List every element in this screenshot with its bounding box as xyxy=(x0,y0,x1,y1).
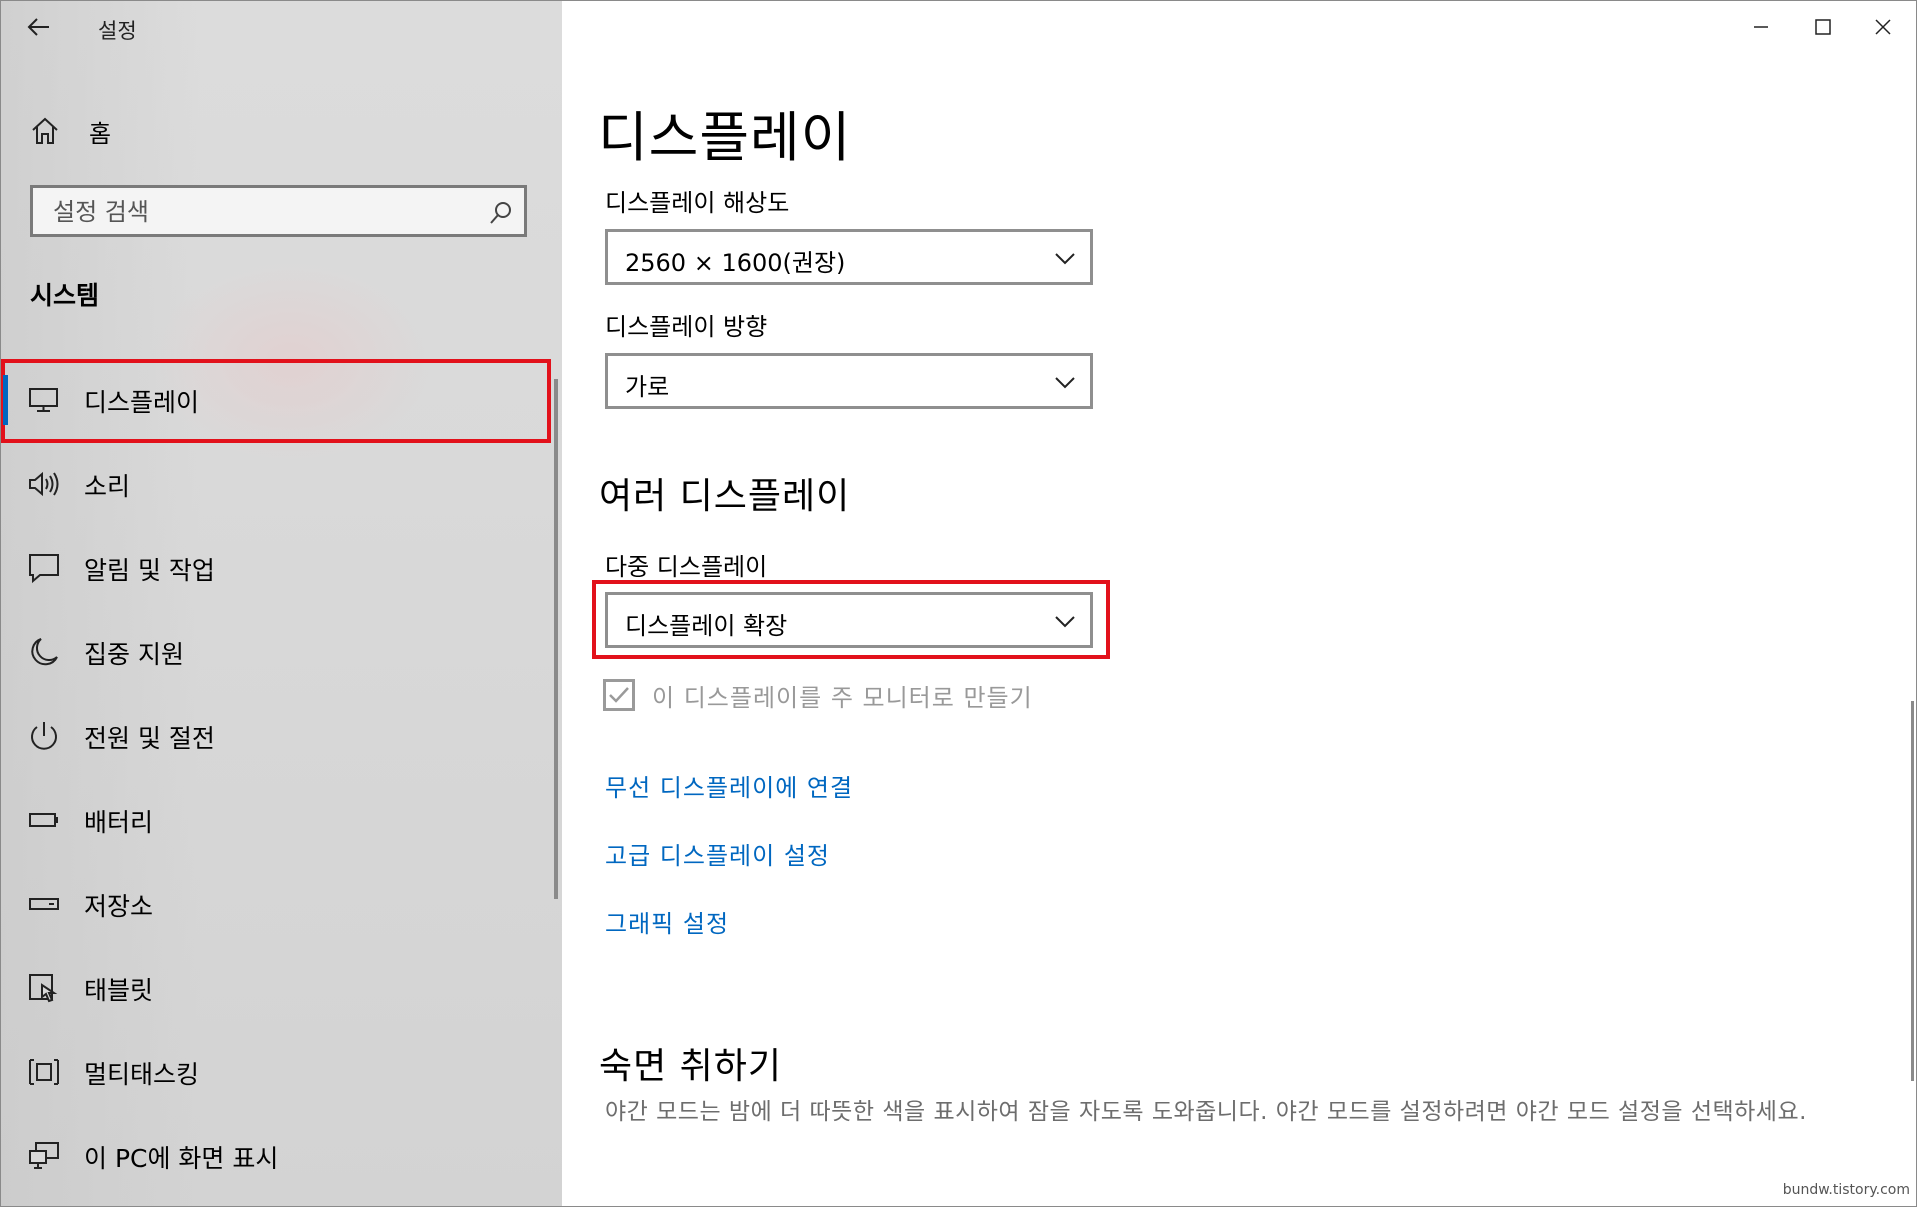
sidebar-item-storage[interactable]: 저장소 xyxy=(1,863,562,947)
power-icon xyxy=(31,722,57,750)
back-button[interactable] xyxy=(23,11,55,43)
multiple-displays-label: 다중 디스플레이 xyxy=(605,553,768,581)
home-label: 홈 xyxy=(89,119,112,148)
storage-icon xyxy=(29,898,59,910)
tablet-icon xyxy=(29,974,58,1003)
content-scrollbar[interactable] xyxy=(1911,701,1914,1081)
sidebar-item-label: 저장소 xyxy=(84,892,154,921)
multiple-displays-title: 여러 디스플레이 xyxy=(599,476,851,517)
battery-icon xyxy=(29,813,58,827)
sidebar-item-display[interactable]: 디스플레이 xyxy=(1,359,551,443)
sidebar-item-multitasking[interactable]: 멀티태스킹 xyxy=(1,1031,562,1115)
resolution-dropdown[interactable]: 2560 × 1600(권장) xyxy=(605,229,1093,285)
close-icon xyxy=(1875,19,1891,35)
orientation-value: 가로 xyxy=(625,373,670,401)
search-input[interactable] xyxy=(51,194,475,230)
sidebar-scrollbar[interactable] xyxy=(554,379,558,899)
chevron-down-icon xyxy=(1055,253,1075,265)
sidebar-item-battery[interactable]: 배터리 xyxy=(1,779,562,863)
app-title: 설정 xyxy=(98,19,137,43)
chevron-down-icon xyxy=(1055,616,1075,628)
sidebar-item-label: 멀티태스킹 xyxy=(84,1060,200,1089)
section-title: 시스템 xyxy=(30,281,100,310)
sidebar-item-label: 이 PC에 화면 표시 xyxy=(84,1144,279,1173)
active-indicator xyxy=(3,375,8,425)
sidebar-item-label: 소리 xyxy=(84,472,131,501)
orientation-dropdown[interactable]: 가로 xyxy=(605,353,1093,409)
sidebar-item-sound[interactable]: 소리 xyxy=(1,443,562,527)
multiple-displays-value: 디스플레이 확장 xyxy=(625,612,788,640)
chevron-down-icon xyxy=(1055,377,1075,389)
main-display-checkbox-row[interactable]: 이 디스플레이를 주 모니터로 만들기 xyxy=(603,675,1033,715)
sidebar-item-power[interactable]: 전원 및 절전 xyxy=(1,695,562,779)
graphics-settings-link[interactable]: 그래픽 설정 xyxy=(605,904,729,939)
multitasking-icon xyxy=(29,1059,59,1085)
monitor-icon xyxy=(29,388,58,412)
sidebar-item-label: 전원 및 절전 xyxy=(84,724,215,753)
watermark: bundw.tistory.com xyxy=(1782,1182,1910,1198)
advanced-display-settings-link[interactable]: 고급 디스플레이 설정 xyxy=(605,836,830,871)
sidebar-item-tablet[interactable]: 태블릿 xyxy=(1,947,562,1031)
sidebar-item-label: 태블릿 xyxy=(84,976,154,1005)
sidebar-item-focus-assist[interactable]: 집중 지원 xyxy=(1,611,562,695)
sidebar-item-project-to-pc[interactable]: 이 PC에 화면 표시 xyxy=(1,1115,562,1199)
sleep-description: 야간 모드는 밤에 더 따뜻한 색을 표시하여 잠을 자도록 도와줍니다. 야간… xyxy=(605,1099,1807,1125)
main-display-checkbox-label: 이 디스플레이를 주 모니터로 만들기 xyxy=(652,683,1033,712)
orientation-label: 디스플레이 방향 xyxy=(605,313,768,341)
wireless-display-link[interactable]: 무선 디스플레이에 연결 xyxy=(605,768,853,803)
page-title: 디스플레이 xyxy=(598,106,852,169)
resolution-label: 디스플레이 해상도 xyxy=(605,189,790,217)
search-icon[interactable] xyxy=(488,200,514,226)
sidebar-item-label: 집중 지원 xyxy=(84,640,184,669)
settings-window: 설정 홈 시스템 디스플레이 xyxy=(0,0,1917,1207)
minimize-button[interactable] xyxy=(1730,5,1792,49)
sidebar-item-label: 배터리 xyxy=(84,808,154,837)
project-icon xyxy=(29,1142,59,1169)
content-pane: 디스플레이 디스플레이 해상도 2560 × 1600(권장) 디스플레이 방향… xyxy=(562,1,1916,1206)
maximize-button[interactable] xyxy=(1792,5,1854,49)
speaker-icon xyxy=(29,471,59,497)
sidebar: 설정 홈 시스템 디스플레이 xyxy=(1,1,562,1206)
home-icon xyxy=(32,117,58,144)
search-box[interactable] xyxy=(30,185,527,237)
resolution-value: 2560 × 1600(권장) xyxy=(625,249,846,277)
multiple-displays-dropdown[interactable]: 디스플레이 확장 xyxy=(605,592,1093,648)
close-button[interactable] xyxy=(1852,5,1914,49)
sleep-title: 숙면 취하기 xyxy=(599,1046,783,1087)
sidebar-item-label: 알림 및 작업 xyxy=(84,556,215,585)
sidebar-item-notifications[interactable]: 알림 및 작업 xyxy=(1,527,562,611)
back-arrow-icon xyxy=(27,18,49,36)
main-display-checkbox[interactable] xyxy=(603,679,635,711)
sidebar-item-label: 디스플레이 xyxy=(84,388,200,417)
notification-icon xyxy=(29,554,59,584)
home-nav-item[interactable]: 홈 xyxy=(29,111,111,151)
maximize-icon xyxy=(1815,19,1831,35)
moon-icon xyxy=(31,638,58,666)
checkmark-icon xyxy=(609,687,629,703)
sidebar-nav: 디스플레이 소리 알림 및 작업 집중 지원 전원 및 절전 배터리 저장소 태… xyxy=(1,359,562,1199)
minimize-icon xyxy=(1754,26,1768,28)
